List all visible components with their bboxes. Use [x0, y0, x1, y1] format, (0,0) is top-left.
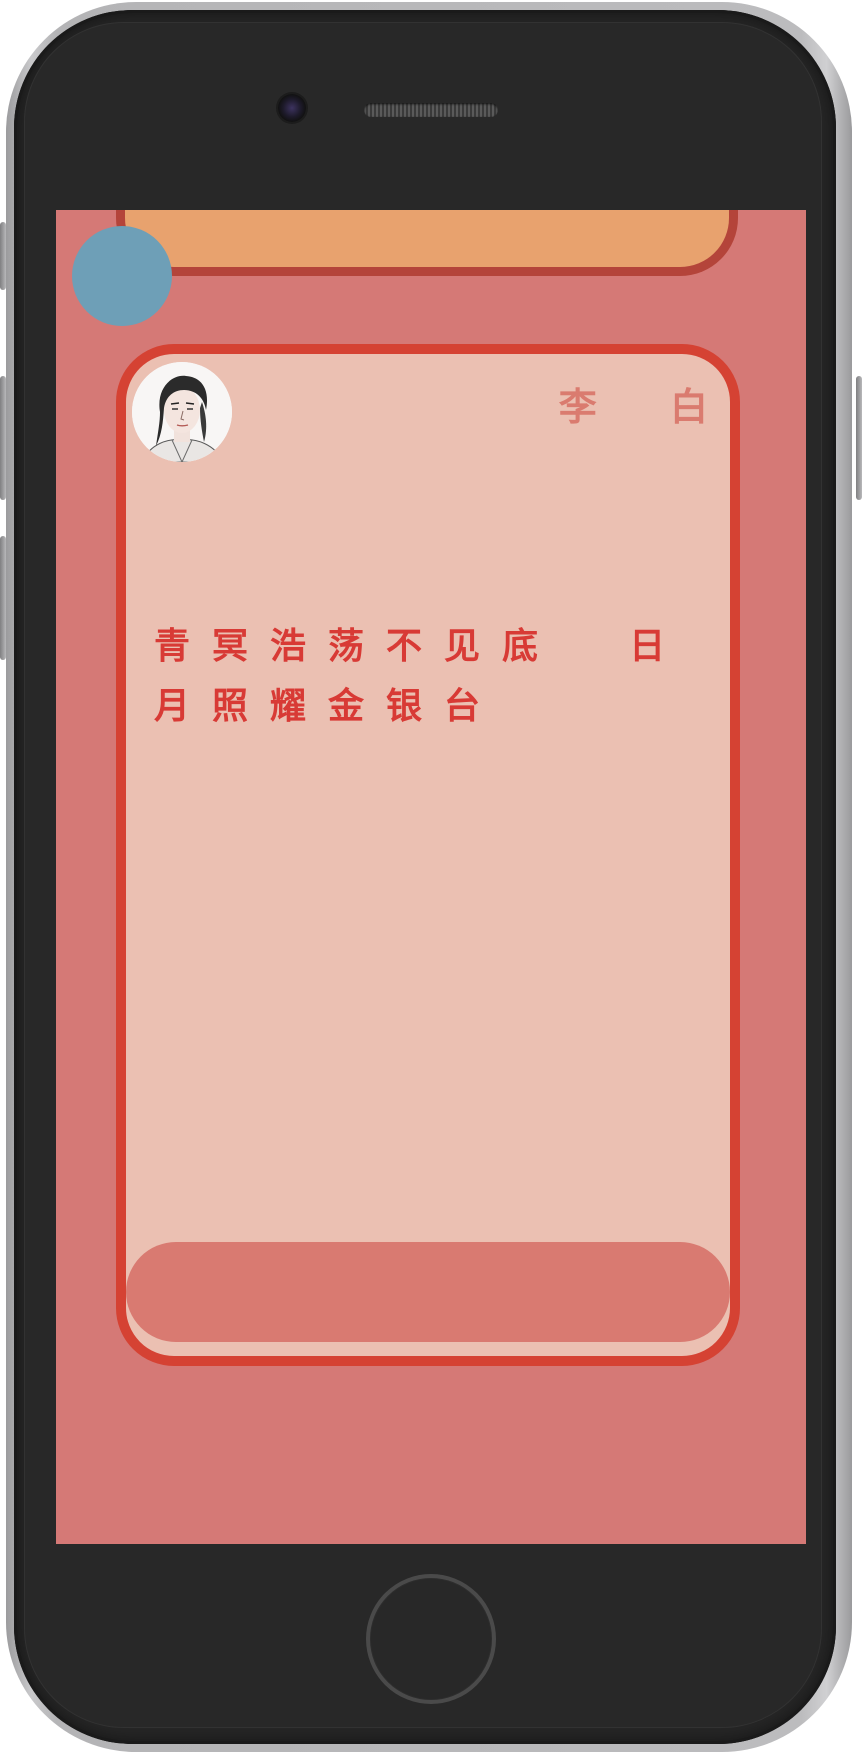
stage: 李 白 青冥浩荡不见底 日月照耀金银台	[0, 0, 862, 1754]
portrait-avatar-icon	[132, 362, 232, 462]
speaker-icon	[364, 103, 498, 117]
power-button	[856, 376, 862, 500]
bottom-action-bar[interactable]	[126, 1242, 730, 1342]
front-camera-icon	[278, 94, 306, 122]
poem-text: 青冥浩荡不见底 日月照耀金银台	[154, 625, 688, 727]
avatar[interactable]	[132, 362, 232, 462]
home-button[interactable]	[366, 1574, 496, 1704]
round-button[interactable]	[72, 226, 172, 326]
poem-card: 李 白 青冥浩荡不见底 日月照耀金银台	[116, 344, 740, 1366]
mute-switch	[0, 222, 6, 290]
author-name: 李 白	[558, 384, 738, 429]
screen: 李 白 青冥浩荡不见底 日月照耀金银台	[56, 210, 806, 1544]
volume-down-button	[0, 536, 6, 660]
volume-up-button	[0, 376, 6, 500]
top-bar[interactable]	[116, 210, 738, 276]
